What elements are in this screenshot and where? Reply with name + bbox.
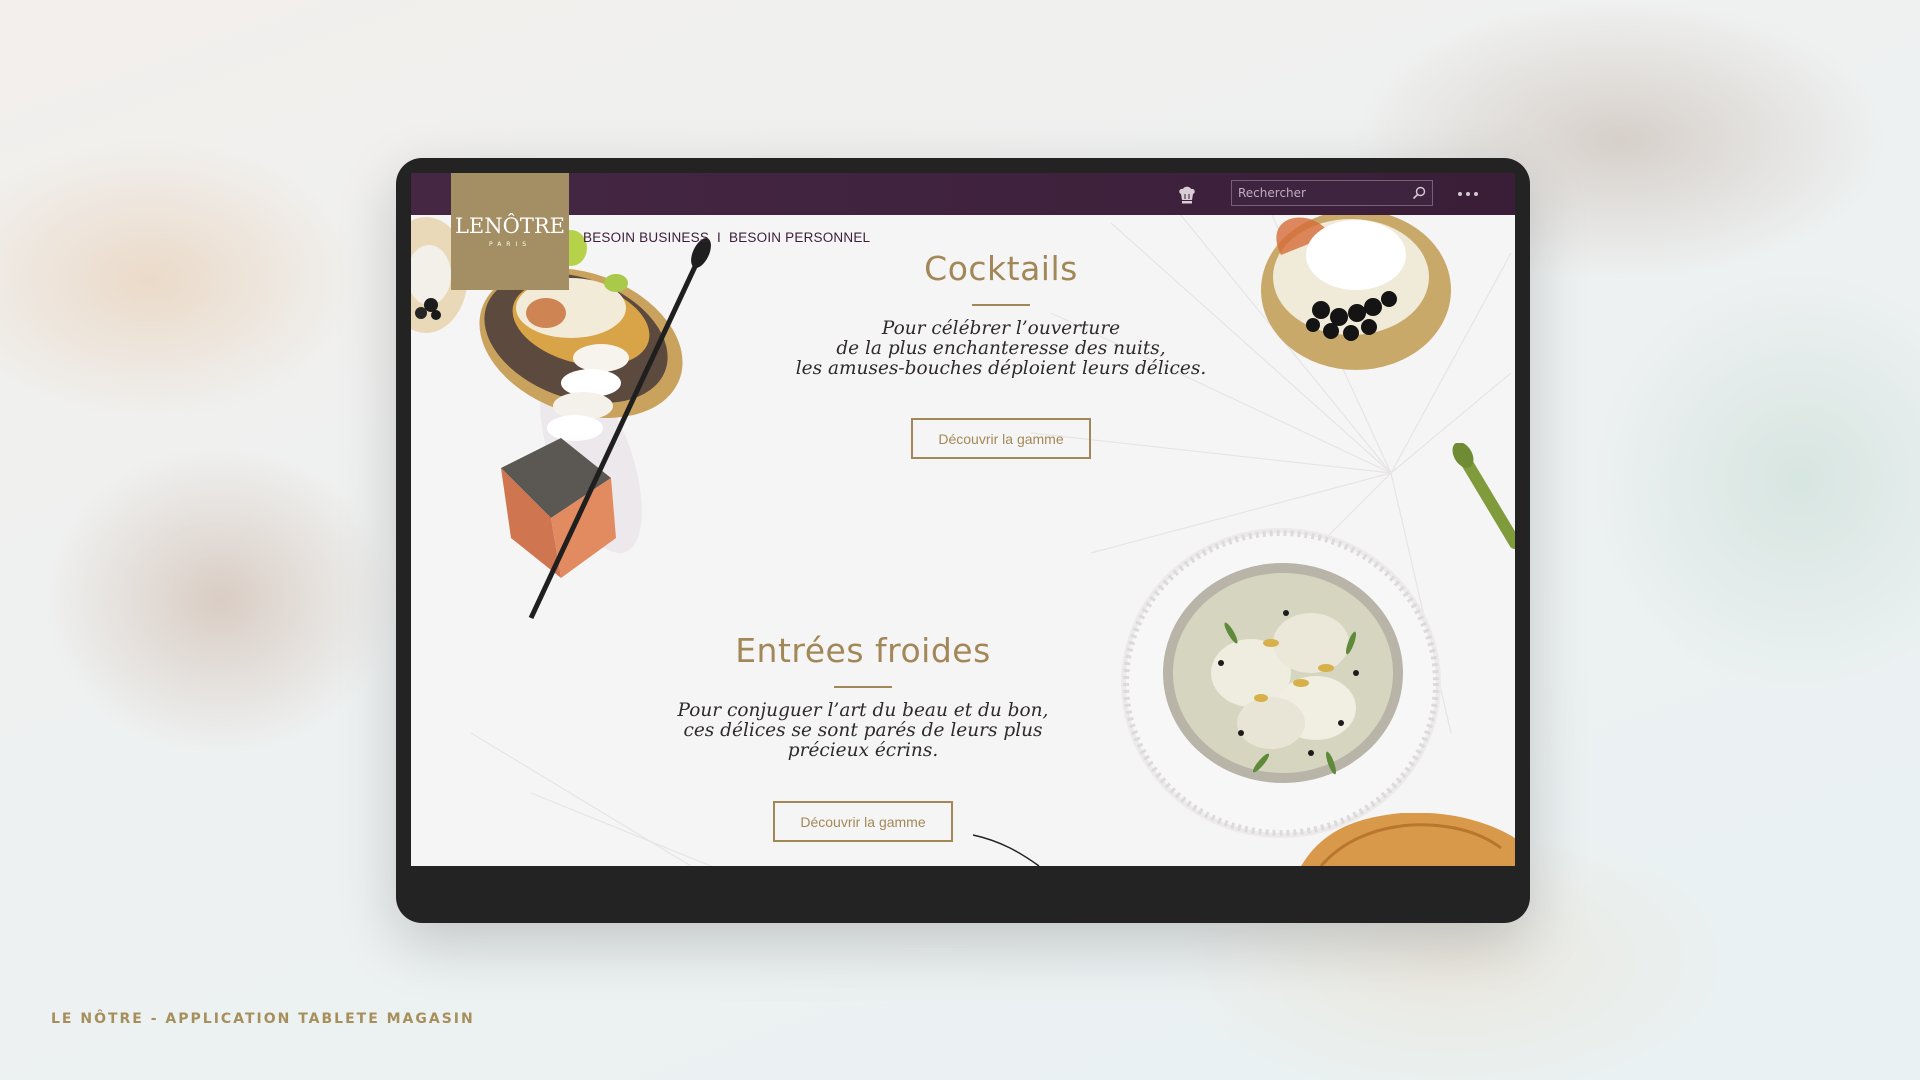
entrees-froides-divider (834, 686, 892, 688)
cocktail-skewer-image (479, 230, 711, 620)
cocktails-divider (972, 304, 1030, 306)
more-dot (1458, 192, 1462, 196)
blini-caviar-image (1261, 215, 1451, 370)
asparagus-image (1452, 443, 1515, 549)
entrees-froides-discover-button[interactable]: Découvrir la gamme (773, 801, 953, 842)
cocktails-discover-button[interactable]: Découvrir la gamme (911, 418, 1091, 459)
nav-besoin-personnel[interactable]: BESOIN PERSONNEL (729, 230, 870, 245)
page-caption: LE NÔTRE - APPLICATION TABLETE MAGASIN (51, 1011, 475, 1027)
logo-subtext: PARIS (488, 240, 532, 248)
more-dot (1474, 192, 1478, 196)
more-dot (1466, 192, 1470, 196)
lenotre-logo[interactable]: LENÔTRE PARIS (451, 173, 569, 290)
search-input[interactable] (1232, 185, 1408, 201)
entrees-line-3: précieux écrins. (787, 740, 939, 761)
entrees-froides-title: Entrées froides (735, 631, 991, 670)
scallop-bowl-image (1121, 528, 1441, 838)
top-bar (411, 173, 1515, 215)
logo-text: LENÔTRE (454, 213, 565, 238)
cocktails-line-1: Pour célébrer l’ouverture (881, 318, 1121, 339)
search-box[interactable] (1231, 180, 1433, 206)
pastry-image (1301, 813, 1515, 866)
main-nav: BESOIN BUSINESS I BESOIN PERSONNEL (583, 230, 870, 245)
nav-separator: I (717, 230, 721, 245)
entrees-froides-description: Pour conjuguer l’art du beau et du bon, … (603, 701, 1123, 761)
nav-besoin-business[interactable]: BESOIN BUSINESS (583, 230, 709, 245)
entrees-line-2: ces délices se sont parés de leurs plus (683, 720, 1043, 741)
cocktails-line-2: de la plus enchanteresse des nuits, (836, 338, 1166, 359)
chef-hat-icon[interactable] (1177, 185, 1197, 205)
more-icon[interactable] (1456, 185, 1480, 203)
app-screen: LENÔTRE PARIS BESOIN BUSINESS I BESOIN P… (411, 173, 1515, 866)
skewer-line-image (972, 834, 1040, 866)
cocktails-line-3: les amuses-bouches déploient leurs délic… (795, 358, 1207, 379)
entrees-line-1: Pour conjuguer l’art du beau et du bon, (677, 700, 1049, 721)
tablet-frame: LENÔTRE PARIS BESOIN BUSINESS I BESOIN P… (396, 158, 1530, 923)
cocktails-title: Cocktails (924, 249, 1078, 288)
search-icon[interactable] (1412, 186, 1426, 200)
cocktails-description: Pour célébrer l’ouverture de la plus enc… (741, 319, 1261, 379)
